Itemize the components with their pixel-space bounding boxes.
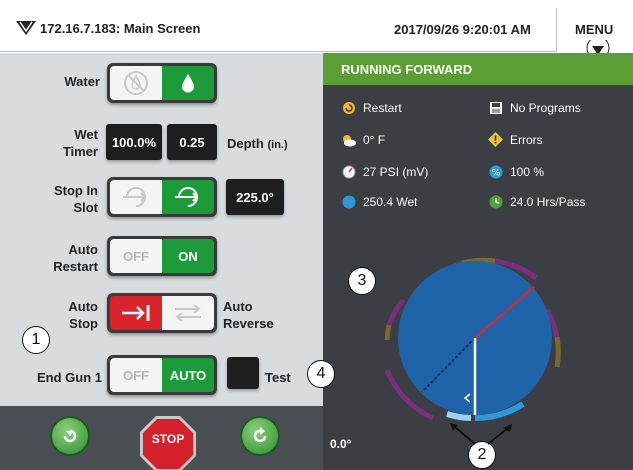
auto-stop-toggle[interactable] bbox=[107, 293, 217, 333]
depth-unit: (in.) bbox=[267, 139, 288, 151]
restart-icon bbox=[341, 100, 356, 115]
reverse-button[interactable] bbox=[50, 416, 90, 456]
end-gun-auto-segment[interactable]: AUTO bbox=[162, 358, 214, 392]
control-panel bbox=[0, 53, 323, 406]
percent-status-text: 100 % bbox=[510, 164, 545, 179]
slot-off-icon bbox=[123, 187, 147, 207]
percent-status: % 100 % bbox=[488, 164, 544, 179]
callout-4: 4 bbox=[307, 360, 335, 388]
reverse-arrows-icon bbox=[175, 304, 201, 322]
pressure-icon bbox=[341, 164, 356, 179]
test-label: Test bbox=[265, 370, 291, 385]
auto-stop-label: Auto Stop bbox=[40, 298, 98, 332]
auto-stop-segment[interactable] bbox=[110, 296, 162, 330]
callout-2-arrows bbox=[450, 423, 512, 445]
running-status-text: RUNNING FORWARD bbox=[341, 62, 473, 77]
programs-status: No Programs bbox=[488, 100, 581, 115]
auto-reverse-segment[interactable] bbox=[162, 296, 214, 330]
end-gun-toggle[interactable]: OFF AUTO bbox=[107, 355, 217, 395]
rotate-left-icon bbox=[63, 429, 77, 443]
auto-restart-line2: Restart bbox=[53, 259, 98, 274]
stop-in-slot-toggle[interactable] bbox=[107, 177, 217, 217]
end-gun-label: End Gun 1 bbox=[37, 370, 102, 385]
stop-label: STOP bbox=[151, 432, 185, 446]
end-gun-off-segment[interactable]: OFF bbox=[110, 358, 162, 392]
restart-status: Restart bbox=[341, 100, 402, 115]
menu-label: MENU bbox=[575, 22, 614, 37]
stop-in-slot-on-segment[interactable] bbox=[162, 180, 214, 214]
water-drop-icon bbox=[182, 74, 194, 93]
auto-restart-on-segment[interactable]: ON bbox=[162, 239, 214, 273]
stop-button[interactable]: STOP bbox=[138, 414, 198, 470]
wet-timer-label-line2: Timer bbox=[62, 144, 98, 159]
logo-icon bbox=[16, 21, 36, 35]
auto-restart-toggle[interactable]: OFF ON bbox=[107, 236, 217, 276]
rotate-right-icon bbox=[253, 427, 267, 443]
errors-status-text: Errors bbox=[510, 132, 543, 147]
title-bar: 172.16.7.183: Main Screen 2017/09/26 9:2… bbox=[0, 0, 633, 60]
pivot-angle: 0.0° bbox=[330, 437, 352, 451]
depth-field[interactable]: 0.25 bbox=[167, 124, 217, 160]
water-label: Water bbox=[64, 74, 100, 89]
stop-arrow-icon bbox=[122, 305, 150, 321]
hrs-status-text: 24.0 Hrs/Pass bbox=[510, 194, 586, 209]
restart-status-text: Restart bbox=[363, 100, 402, 115]
wet-icon bbox=[341, 194, 356, 209]
weather-status-text: 0° F bbox=[363, 132, 386, 147]
errors-icon bbox=[488, 132, 503, 147]
stop-in-slot-line2: Slot bbox=[73, 200, 98, 215]
weather-status: 0° F bbox=[341, 132, 385, 147]
auto-stop-line2: Stop bbox=[69, 316, 98, 331]
programs-icon bbox=[488, 100, 503, 115]
percent-icon: % bbox=[488, 164, 503, 179]
hrs-icon bbox=[488, 194, 503, 209]
auto-restart-line1: Auto bbox=[68, 242, 98, 257]
stop-in-slot-off-segment[interactable] bbox=[110, 180, 162, 214]
wet-timer-label-line1: Wet bbox=[74, 127, 98, 142]
test-button[interactable] bbox=[227, 357, 259, 389]
datetime-display: 2017/09/26 9:20:01 AM bbox=[394, 22, 531, 37]
water-toggle[interactable] bbox=[107, 63, 217, 103]
wet-status: 250.4 Wet bbox=[341, 194, 417, 209]
forward-button[interactable] bbox=[240, 416, 280, 456]
auto-stop-line1: Auto bbox=[68, 299, 98, 314]
auto-restart-off-segment[interactable]: OFF bbox=[110, 239, 162, 273]
weather-icon bbox=[341, 132, 356, 147]
auto-restart-label: Auto Restart bbox=[40, 241, 98, 275]
hrs-status: 24.0 Hrs/Pass bbox=[488, 194, 585, 209]
menu-button[interactable]: MENU bbox=[556, 8, 633, 60]
svg-text:%: % bbox=[491, 168, 500, 178]
stop-in-slot-label: Stop In Slot bbox=[40, 182, 98, 216]
page-title: 172.16.7.183: Main Screen bbox=[40, 21, 201, 36]
auto-reverse-line2: Reverse bbox=[223, 316, 274, 331]
stop-angle-field[interactable]: 225.0° bbox=[226, 179, 284, 215]
errors-status: Errors bbox=[488, 132, 543, 147]
depth-label: Depth (in.) bbox=[227, 136, 288, 151]
slot-on-icon bbox=[175, 187, 199, 207]
programs-status-text: No Programs bbox=[510, 100, 581, 115]
wet-timer-label: Wet Timer bbox=[40, 126, 98, 160]
stop-in-slot-line1: Stop In bbox=[53, 183, 98, 198]
auto-reverse-line1: Auto bbox=[223, 299, 253, 314]
wet-timer-percent-field[interactable]: 100.0% bbox=[106, 124, 162, 160]
depth-label-text: Depth bbox=[227, 136, 264, 151]
pressure-status: 27 PSI (mV) bbox=[341, 164, 428, 179]
wet-status-text: 250.4 Wet bbox=[363, 194, 418, 209]
pressure-status-text: 27 PSI (mV) bbox=[363, 164, 429, 179]
water-off-icon bbox=[124, 71, 148, 95]
callout-3: 3 bbox=[348, 267, 376, 295]
water-off-segment[interactable] bbox=[110, 66, 162, 100]
callout-1: 1 bbox=[22, 326, 50, 354]
running-status-bar: RUNNING FORWARD bbox=[323, 53, 633, 85]
auto-reverse-label: Auto Reverse bbox=[223, 298, 274, 332]
water-on-segment[interactable] bbox=[162, 66, 214, 100]
